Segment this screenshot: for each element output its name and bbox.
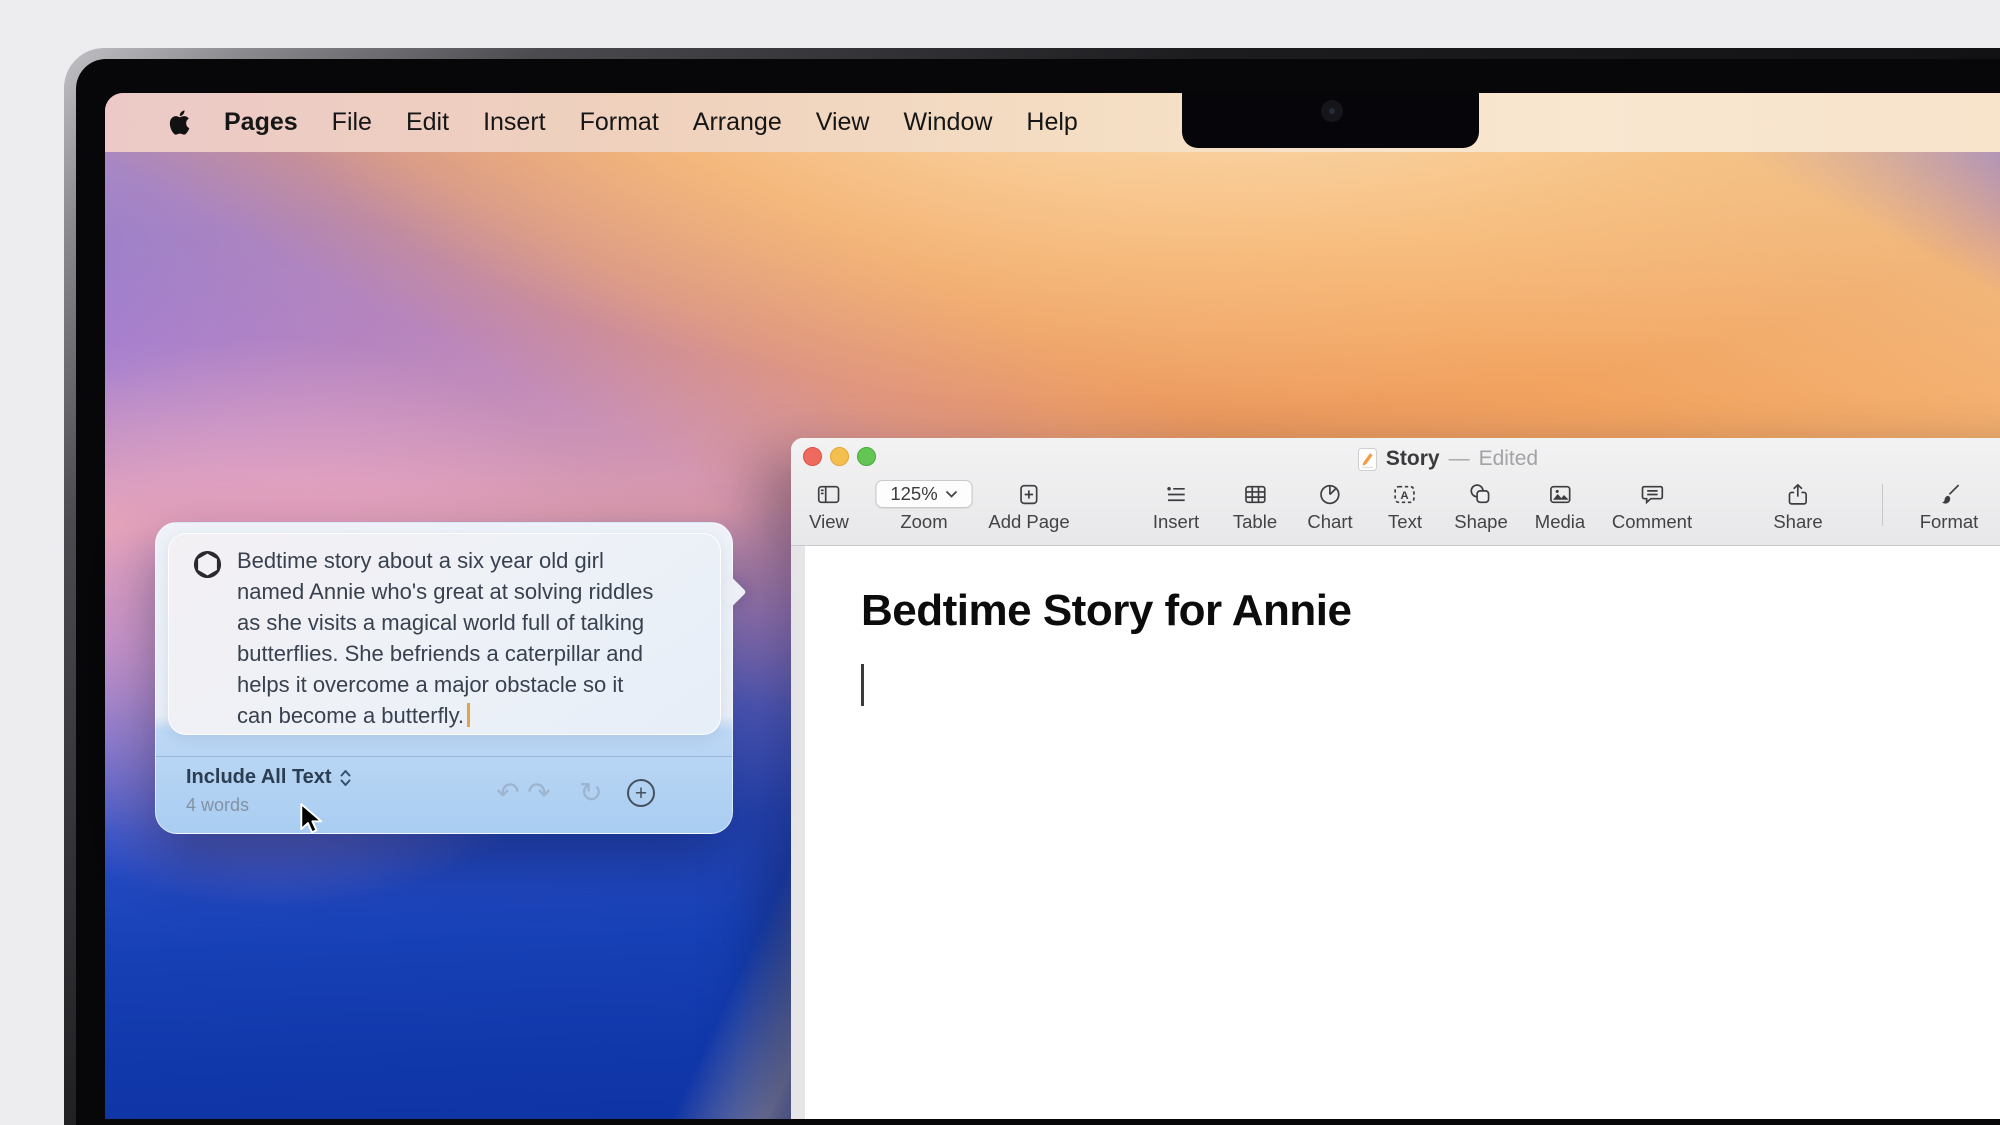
- media-icon: [1549, 485, 1571, 503]
- chart-icon: [1320, 484, 1340, 504]
- sidebar-icon: [818, 485, 840, 503]
- menu-item-format[interactable]: Format: [580, 108, 659, 137]
- toolbar-comment-button[interactable]: Comment: [1612, 478, 1692, 533]
- assistant-message-bubble: Bedtime story about a six year old girl …: [168, 533, 721, 735]
- menu-bar: Pages File Edit Insert Format Arrange Vi…: [105, 93, 2000, 152]
- toolbar-media-button[interactable]: Media: [1535, 478, 1585, 533]
- camera-icon: [1321, 100, 1343, 122]
- comment-icon: [1641, 485, 1663, 504]
- pages-window: Story — Edited View 125% Zoom Add Page I…: [791, 438, 2000, 1119]
- toolbar-text-button[interactable]: A Text: [1388, 478, 1422, 533]
- title-separator: —: [1448, 447, 1470, 470]
- toolbar-add-page-button[interactable]: Add Page: [988, 478, 1070, 533]
- document-canvas: Bedtime Story for Annie: [791, 546, 2000, 1119]
- shape-icon: [1470, 483, 1490, 503]
- apple-menu[interactable]: [169, 110, 190, 135]
- redo-icon: ↷: [527, 776, 551, 809]
- document-page[interactable]: Bedtime Story for Annie: [805, 546, 2000, 1119]
- dictation-caret: [467, 703, 471, 727]
- table-icon: [1244, 485, 1266, 503]
- display-notch: [1182, 93, 1479, 148]
- toolbar-shape-button[interactable]: Shape: [1454, 478, 1508, 533]
- text-insertion-caret: [861, 664, 864, 706]
- title-edited-status: Edited: [1478, 447, 1539, 470]
- menu-item-help[interactable]: Help: [1026, 108, 1077, 137]
- pages-doc-icon: [1357, 447, 1377, 471]
- retry-button[interactable]: ↻: [579, 775, 602, 811]
- window-chrome: Story — Edited View 125% Zoom Add Page I…: [791, 438, 2000, 546]
- chevron-down-icon: [946, 490, 958, 498]
- add-page-icon: [1020, 484, 1038, 504]
- menu-item-view[interactable]: View: [816, 108, 870, 137]
- insert-icon: [1166, 486, 1185, 501]
- document-title[interactable]: Bedtime Story for Annie: [861, 586, 1352, 636]
- window-title: Story: [1385, 447, 1440, 470]
- toolbar-table-button[interactable]: Table: [1233, 478, 1277, 533]
- toolbar-insert-button[interactable]: Insert: [1153, 478, 1199, 533]
- menu-item-app[interactable]: Pages: [224, 108, 298, 137]
- popup-divider: [156, 756, 732, 757]
- format-brush-icon: [1941, 484, 1959, 504]
- menu-item-edit[interactable]: Edit: [406, 108, 449, 137]
- undo-icon: ↶: [496, 776, 520, 809]
- add-button[interactable]: +: [627, 779, 655, 807]
- mouse-cursor: [300, 803, 323, 834]
- updown-chevron-icon: [340, 769, 351, 786]
- zoom-dropdown[interactable]: 125%: [875, 480, 973, 508]
- share-icon: [1788, 483, 1808, 505]
- text-box-icon: A: [1394, 485, 1416, 503]
- toolbar-share-button[interactable]: Share: [1773, 478, 1823, 533]
- toolbar-view-button[interactable]: View: [809, 478, 849, 533]
- toolbar-zoom-control: 125% Zoom: [875, 478, 973, 533]
- toolbar-divider: [1882, 484, 1883, 526]
- assistant-message-text: Bedtime story about a six year old girl …: [237, 548, 654, 728]
- assistant-popup: Bedtime story about a six year old girl …: [155, 522, 747, 834]
- menu-item-arrange[interactable]: Arrange: [693, 108, 782, 137]
- plus-icon: +: [634, 781, 648, 805]
- menu-item-insert[interactable]: Insert: [483, 108, 546, 137]
- svg-text:A: A: [1401, 489, 1409, 501]
- toolbar-format-button[interactable]: Format: [1920, 478, 1978, 533]
- redo-button[interactable]: ↷: [527, 775, 550, 811]
- context-selector[interactable]: Include All Text: [186, 766, 352, 789]
- word-count: 4 words: [186, 795, 250, 815]
- screenshot-canvas: Pages File Edit Insert Format Arrange Vi…: [0, 0, 2000, 1125]
- toolbar-chart-button[interactable]: Chart: [1307, 478, 1353, 533]
- menu-item-file[interactable]: File: [332, 108, 372, 137]
- retry-icon: ↻: [579, 776, 603, 809]
- undo-button[interactable]: ↶: [496, 775, 519, 811]
- apple-logo-icon: [169, 110, 190, 135]
- window-title-row: Story — Edited: [791, 447, 2000, 471]
- menu-item-window[interactable]: Window: [903, 108, 992, 137]
